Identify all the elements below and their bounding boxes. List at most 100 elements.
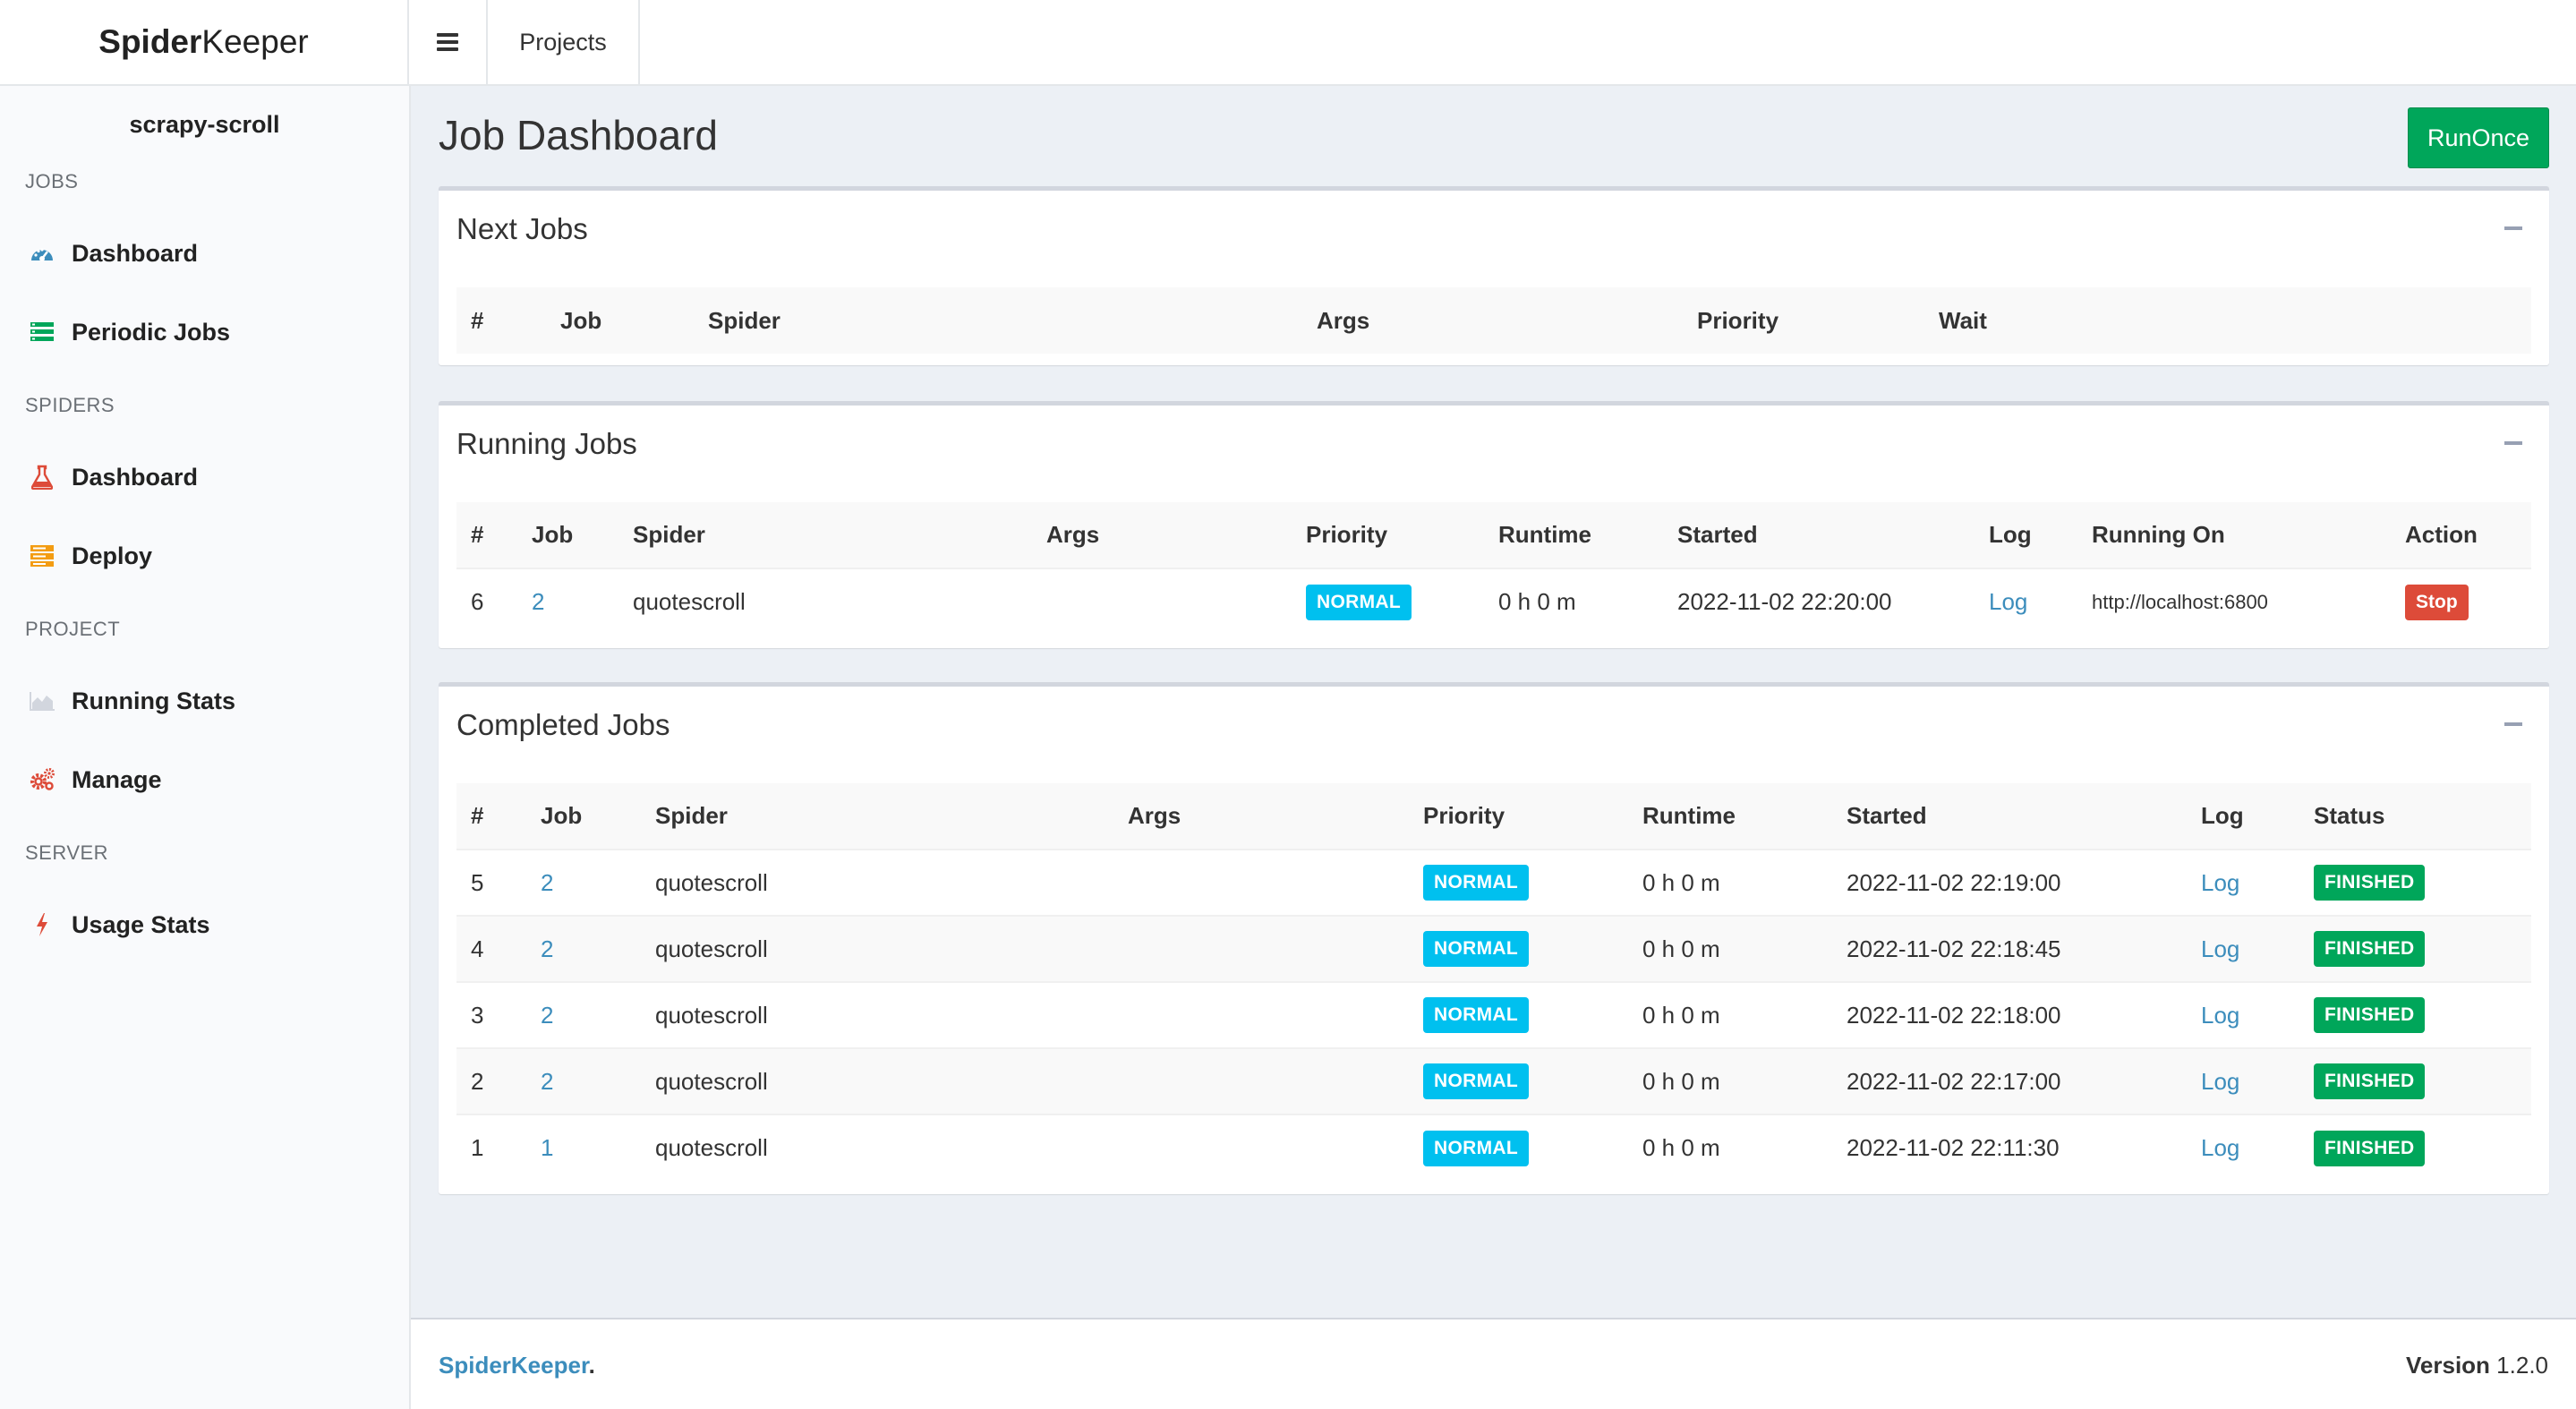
- sidebar-item-usage-stats[interactable]: Usage Stats: [0, 893, 409, 956]
- status-badge: FINISHED: [2314, 997, 2426, 1033]
- collapse-icon[interactable]: [2504, 226, 2522, 230]
- cell-spider: quotescroll: [641, 915, 1113, 982]
- sidebar: scrapy-scroll JOBS Dashboard Periodic Jo…: [0, 86, 411, 1409]
- dashboard-icon: [29, 240, 55, 267]
- projects-menu[interactable]: Projects: [488, 0, 640, 84]
- cell-args: [1113, 915, 1409, 982]
- col-header-job: Job: [560, 306, 602, 334]
- top-navbar: Spider Keeper Projects: [0, 0, 2576, 86]
- log-link[interactable]: Log: [2201, 1134, 2239, 1161]
- sidebar-toggle-button[interactable]: [409, 0, 488, 84]
- col-header-wait: Wait: [1939, 306, 1987, 334]
- completed-jobs-box: Completed Jobs # Job Spider Args Priorit…: [439, 682, 2549, 1194]
- col-header-runtime: Runtime: [1642, 802, 1736, 829]
- priority-badge: NORMAL: [1423, 931, 1529, 967]
- job-link[interactable]: 2: [541, 935, 553, 962]
- table-row: 4 2 quotescroll NORMAL 0 h 0 m 2022-11-0…: [456, 915, 2531, 982]
- cell-args: [1113, 981, 1409, 1048]
- cell-running-on: http://localhost:6800: [2077, 568, 2391, 635]
- cell-spider: quotescroll: [641, 1047, 1113, 1114]
- table-row: 3 2 quotescroll NORMAL 0 h 0 m 2022-11-0…: [456, 981, 2531, 1048]
- log-link[interactable]: Log: [1989, 588, 2027, 615]
- cell-args: [1032, 568, 1292, 635]
- cell-runtime: 0 h 0 m: [1628, 915, 1832, 982]
- job-link[interactable]: 2: [532, 588, 544, 615]
- sidebar-item-running-stats[interactable]: Running Stats: [0, 670, 409, 732]
- cell-id: 3: [456, 981, 526, 1048]
- collapse-icon[interactable]: [2504, 722, 2522, 726]
- cell-args: [1113, 1047, 1409, 1114]
- sidebar-item-deploy[interactable]: Deploy: [0, 525, 409, 587]
- cell-id: 6: [456, 568, 517, 635]
- next-jobs-title: Next Jobs: [456, 212, 588, 245]
- priority-badge: NORMAL: [1423, 865, 1529, 901]
- footer-brand: SpiderKeeper.: [439, 1352, 595, 1379]
- col-header-spider: Spider: [708, 306, 780, 334]
- col-header-priority: Priority: [1423, 802, 1506, 829]
- cell-started: 2022-11-02 22:19:00: [1832, 849, 2187, 916]
- cell-spider: quotescroll: [641, 849, 1113, 916]
- sidebar-item-periodic-jobs[interactable]: Periodic Jobs: [0, 301, 409, 363]
- run-once-button[interactable]: RunOnce: [2408, 107, 2549, 168]
- col-header-args: Args: [1046, 521, 1100, 548]
- footer-version: Version 1.2.0: [2406, 1352, 2548, 1379]
- next-jobs-box: Next Jobs # Job Spider Args Priority Wai…: [439, 186, 2549, 365]
- section-header-server: SERVER: [25, 841, 109, 864]
- server-icon: [29, 542, 55, 569]
- cell-args: [1113, 849, 1409, 916]
- running-jobs-title: Running Jobs: [456, 427, 637, 460]
- col-header-log: Log: [1989, 521, 2032, 548]
- table-header-row: # Job Spider Args Priority Runtime Start…: [456, 783, 2531, 850]
- job-link[interactable]: 2: [541, 1068, 553, 1095]
- priority-badge: NORMAL: [1306, 584, 1412, 620]
- col-header-id: #: [471, 802, 484, 829]
- cell-spider: quotescroll: [641, 981, 1113, 1048]
- cell-runtime: 0 h 0 m: [1628, 1047, 1832, 1114]
- app-logo[interactable]: Spider Keeper: [0, 0, 409, 84]
- section-header-jobs: JOBS: [25, 170, 79, 192]
- col-header-log: Log: [2201, 802, 2244, 829]
- cell-args: [1113, 1114, 1409, 1181]
- sidebar-item-manage[interactable]: Manage: [0, 748, 409, 811]
- logo-light-text: Keeper: [201, 23, 309, 60]
- cell-runtime: 0 h 0 m: [1628, 981, 1832, 1048]
- log-link[interactable]: Log: [2201, 869, 2239, 896]
- running-jobs-table: # Job Spider Args Priority Runtime Start…: [456, 502, 2531, 635]
- job-link[interactable]: 2: [541, 869, 553, 896]
- collapse-icon[interactable]: [2504, 441, 2522, 445]
- col-header-action: Action: [2405, 521, 2478, 548]
- running-jobs-box: Running Jobs # Job Spider Args Priority …: [439, 401, 2549, 648]
- footer-brand-link[interactable]: SpiderKeeper: [439, 1352, 589, 1379]
- table-row: 5 2 quotescroll NORMAL 0 h 0 m 2022-11-0…: [456, 849, 2531, 916]
- table-row: 2 2 quotescroll NORMAL 0 h 0 m 2022-11-0…: [456, 1047, 2531, 1114]
- cell-runtime: 0 h 0 m: [1628, 1114, 1832, 1181]
- col-header-id: #: [471, 306, 484, 334]
- sidebar-item-label: Usage Stats: [72, 910, 210, 938]
- status-badge: FINISHED: [2314, 1130, 2426, 1166]
- col-header-job: Job: [541, 802, 583, 829]
- col-header-spider: Spider: [633, 521, 705, 548]
- cell-spider: quotescroll: [618, 568, 1032, 635]
- col-header-runtime: Runtime: [1498, 521, 1591, 548]
- sidebar-item-jobs-dashboard[interactable]: Dashboard: [0, 222, 409, 285]
- logo-bold-text: Spider: [98, 23, 202, 60]
- sidebar-item-spiders-dashboard[interactable]: Dashboard: [0, 446, 409, 508]
- col-header-started: Started: [1677, 521, 1758, 548]
- sidebar-item-label: Dashboard: [72, 463, 199, 491]
- table-header-row: # Job Spider Args Priority Runtime Start…: [456, 502, 2531, 568]
- log-link[interactable]: Log: [2201, 1002, 2239, 1029]
- col-header-args: Args: [1128, 802, 1181, 829]
- table-row: 1 1 quotescroll NORMAL 0 h 0 m 2022-11-0…: [456, 1114, 2531, 1181]
- log-link[interactable]: Log: [2201, 1068, 2239, 1095]
- col-header-priority: Priority: [1697, 306, 1779, 334]
- cell-started: 2022-11-02 22:20:00: [1663, 568, 1975, 635]
- stop-button[interactable]: Stop: [2405, 584, 2469, 620]
- cell-id: 4: [456, 915, 526, 982]
- job-link[interactable]: 2: [541, 1002, 553, 1029]
- col-header-priority: Priority: [1306, 521, 1388, 548]
- cell-spider: quotescroll: [641, 1114, 1113, 1181]
- priority-badge: NORMAL: [1423, 997, 1529, 1033]
- log-link[interactable]: Log: [2201, 935, 2239, 962]
- cell-id: 1: [456, 1114, 526, 1181]
- job-link[interactable]: 1: [541, 1134, 553, 1161]
